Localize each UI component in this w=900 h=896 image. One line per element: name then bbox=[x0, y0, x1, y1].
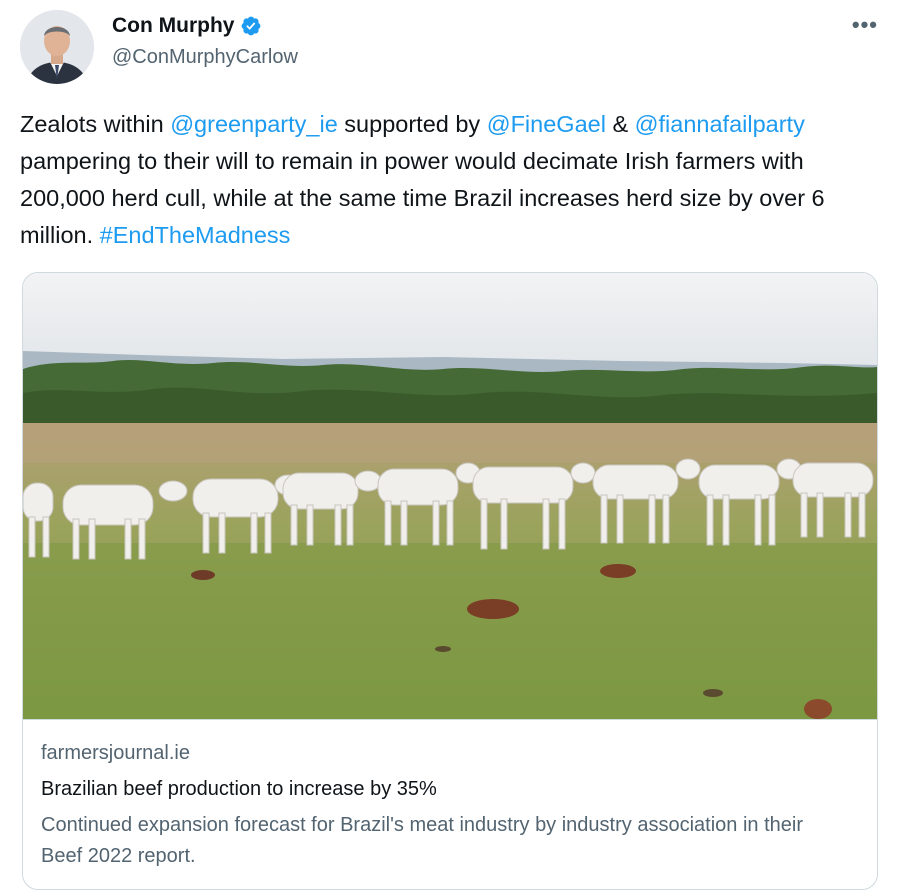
verified-badge-icon bbox=[242, 16, 261, 36]
author-handle[interactable]: @ConMurphyCarlow bbox=[112, 46, 298, 69]
link-card-meta[interactable]: farmersjournal.ie Brazilian beef product… bbox=[23, 719, 877, 889]
author-name[interactable]: Con Murphy bbox=[112, 14, 234, 38]
hashtag-endthemadness[interactable]: #EndTheMadness bbox=[100, 222, 291, 248]
card-description: Continued expansion forecast for Brazil'… bbox=[41, 814, 803, 867]
author-name-row[interactable]: Con Murphy bbox=[112, 14, 262, 38]
tweet-text-part: Zealots within bbox=[20, 111, 171, 137]
mention-fiannafail[interactable]: @fiannafailparty bbox=[635, 111, 805, 137]
more-options-icon[interactable]: ••• bbox=[852, 12, 878, 38]
link-card[interactable]: farmersjournal.ie Brazilian beef product… bbox=[22, 272, 878, 890]
mention-finegael[interactable]: @FineGael bbox=[487, 111, 606, 137]
tweet-text-part: supported by bbox=[337, 111, 487, 137]
cattle-herd-photo-icon[interactable] bbox=[23, 273, 877, 719]
tweet-text: Zealots within @greenparty_ie supported … bbox=[20, 106, 880, 254]
card-title: Brazilian beef production to increase by… bbox=[41, 778, 437, 800]
mention-greenparty[interactable]: @greenparty_ie bbox=[170, 111, 338, 137]
profile-photo-icon bbox=[20, 10, 94, 84]
tweet-text-part: & bbox=[605, 111, 635, 137]
avatar[interactable] bbox=[20, 10, 94, 84]
card-domain: farmersjournal.ie bbox=[41, 742, 190, 764]
